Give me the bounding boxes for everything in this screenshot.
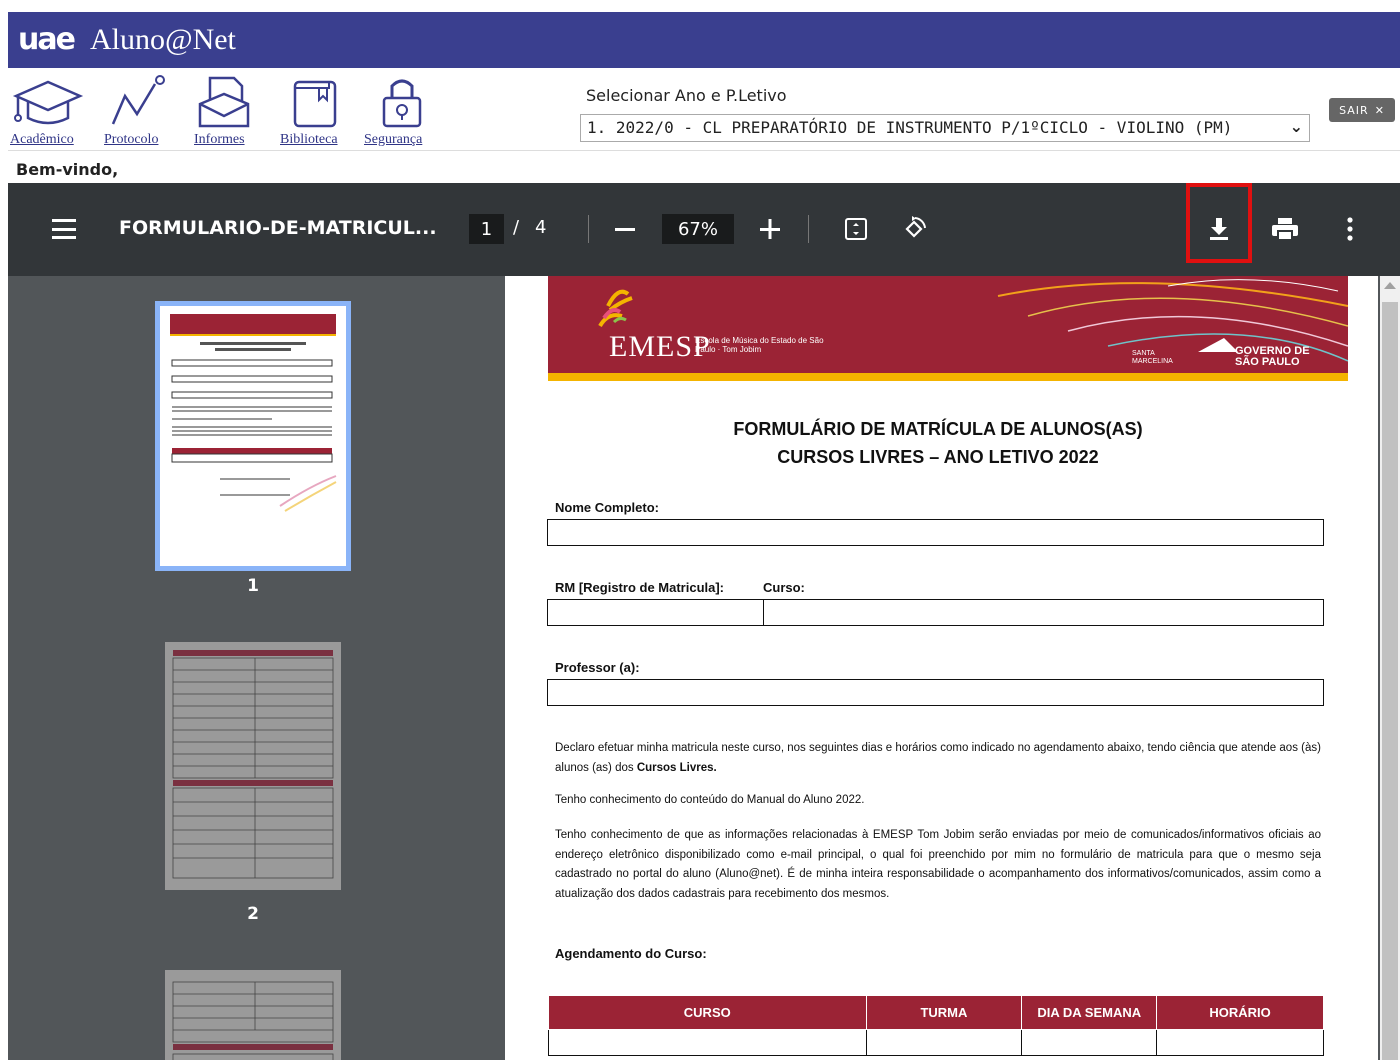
printer-icon [1272, 218, 1298, 241]
minus-icon [615, 228, 635, 231]
menu-icon[interactable] [52, 219, 76, 239]
declaration-bold: Cursos Livres. [636, 761, 717, 774]
toolbar-divider [808, 215, 809, 243]
information-paragraph: Tenho conhecimento de que as informações… [555, 829, 1321, 900]
field-label-name: Nome Completo: [555, 500, 659, 515]
table-cell[interactable] [1156, 1029, 1324, 1056]
pdf-page: EMESP Escola de Música do Estado de São … [505, 276, 1378, 1060]
scrollbar-thumb[interactable] [1382, 302, 1398, 1060]
name-field[interactable] [547, 519, 1324, 546]
pdf-viewer: FORMULARIO-DE-MATRICUL... 1 / 4 67% 1 2 … [8, 183, 1400, 1060]
total-pages: 4 [535, 217, 547, 238]
pdf-toolbar: FORMULARIO-DE-MATRICUL... 1 / 4 67% [8, 183, 1400, 276]
schedule-label: Agendamento do Curso: [555, 946, 707, 961]
page-separator: / [513, 217, 520, 238]
col-header-dia: DIA DA SEMANA [1021, 995, 1158, 1030]
fit-page-button[interactable] [838, 211, 874, 247]
zoom-level-input[interactable]: 67% [662, 214, 734, 244]
thumbnail-number: 2 [247, 904, 259, 924]
download-highlight-box [1186, 183, 1252, 263]
nav-informes[interactable]: Informes [192, 68, 256, 150]
document-mail-icon [198, 76, 250, 128]
nav-biblioteca[interactable]: Biblioteca [278, 68, 348, 150]
period-select-label: Selecionar Ano e P.Letivo [586, 86, 787, 105]
nav-label-seguranca: Segurança [364, 132, 423, 147]
logout-label: SAIR [1339, 103, 1369, 117]
rotate-icon [905, 216, 926, 238]
plus-icon [760, 219, 780, 239]
nav-label-protocolo: Protocolo [104, 132, 159, 147]
page-thumbnail-3[interactable] [165, 970, 341, 1060]
logout-button[interactable]: SAIR ✕ [1329, 98, 1395, 122]
col-header-turma: TURMA [865, 995, 1023, 1030]
nav-strip: Acadêmico Protocolo Informes Biblioteca [8, 68, 1400, 150]
banner-stripe [548, 373, 1348, 381]
page-number-input[interactable]: 1 [469, 214, 504, 244]
graduation-cap-icon [12, 80, 84, 125]
table-cell[interactable] [1021, 1029, 1158, 1056]
welcome-text: Bem-vindo, [16, 160, 119, 179]
pdf-filename: FORMULARIO-DE-MATRICUL... [119, 217, 437, 239]
emesp-banner: EMESP Escola de Música do Estado de São … [548, 276, 1348, 379]
period-select-value: 1. 2022/0 - CL PREPARATÓRIO DE INSTRUMEN… [587, 118, 1233, 137]
teacher-field[interactable] [547, 679, 1324, 706]
more-options-button[interactable] [1332, 211, 1368, 247]
print-button[interactable] [1267, 211, 1303, 247]
schedule-table: CURSO TURMA DIA DA SEMANA HORÁRIO [548, 995, 1324, 1056]
zoom-in-button[interactable] [752, 211, 788, 247]
app-header: uae Aluno@Net [8, 12, 1400, 68]
nav-label-biblioteca: Biblioteca [280, 132, 338, 147]
chevron-down-icon: ⌄ [1289, 117, 1303, 136]
thumbnail-preview [170, 314, 337, 512]
zoom-out-button[interactable] [607, 211, 643, 247]
period-select[interactable]: 1. 2022/0 - CL PREPARATÓRIO DE INSTRUMEN… [580, 114, 1310, 142]
protocol-graph-icon [111, 75, 165, 125]
santa-marcelina-logo: SANTA MARCELINA [1132, 350, 1173, 365]
vertical-scrollbar[interactable] [1380, 276, 1400, 1060]
toolbar-divider [588, 215, 589, 243]
nav-academico[interactable]: Acadêmico [8, 68, 88, 150]
page-thumbnail-1[interactable] [155, 301, 351, 571]
scroll-up-arrow-icon[interactable] [1384, 282, 1396, 289]
thumbnail-number: 1 [247, 576, 259, 596]
nav-seguranca[interactable]: Segurança [364, 68, 440, 150]
nav-label-informes: Informes [194, 132, 245, 147]
uae-logo: uae [18, 22, 76, 57]
rm-field[interactable] [547, 599, 764, 626]
padlock-icon [382, 79, 422, 128]
field-label-rm: RM [Registro de Matricula]: [555, 580, 725, 595]
governo-sp-logo: GOVERNO DE SÃO PAULO [1235, 345, 1310, 368]
nav-label-academico: Acadêmico [10, 132, 74, 147]
table-row [548, 1029, 1324, 1056]
field-label-course: Curso: [763, 580, 805, 595]
table-cell[interactable] [865, 1029, 1023, 1056]
close-icon: ✕ [1374, 103, 1385, 117]
table-header-row: CURSO TURMA DIA DA SEMANA HORÁRIO [548, 995, 1324, 1030]
emesp-subtitle: Escola de Música do Estado de São Paulo … [695, 336, 824, 354]
page-thumbnail-2[interactable] [165, 642, 341, 890]
fit-page-icon [845, 218, 867, 240]
declaration-paragraph: Declaro efetuar minha matricula neste cu… [555, 739, 1321, 778]
welcome-bar: Bem-vindo, [8, 150, 1400, 183]
book-icon [293, 80, 337, 128]
col-header-horario: HORÁRIO [1156, 995, 1324, 1030]
form-title-line1: FORMULÁRIO DE MATRÍCULA DE ALUNOS(AS) [733, 419, 1143, 439]
manual-paragraph: Tenho conhecimento do conteúdo do Manual… [555, 794, 865, 806]
thumbnail-preview [172, 981, 334, 1060]
course-field[interactable] [763, 599, 1324, 626]
thumbnail-sidebar: 1 2 [8, 276, 498, 1060]
rotate-button[interactable] [896, 211, 932, 247]
more-vert-icon [1347, 217, 1353, 241]
col-header-curso: CURSO [548, 995, 867, 1030]
form-title-line2: CURSOS LIVRES – ANO LETIVO 2022 [777, 447, 1099, 467]
table-cell[interactable] [548, 1029, 867, 1056]
field-label-teacher: Professor (a): [555, 660, 640, 675]
nav-protocolo[interactable]: Protocolo [104, 68, 174, 150]
app-title: Aluno@Net [89, 23, 236, 56]
thumbnail-preview [172, 650, 334, 879]
